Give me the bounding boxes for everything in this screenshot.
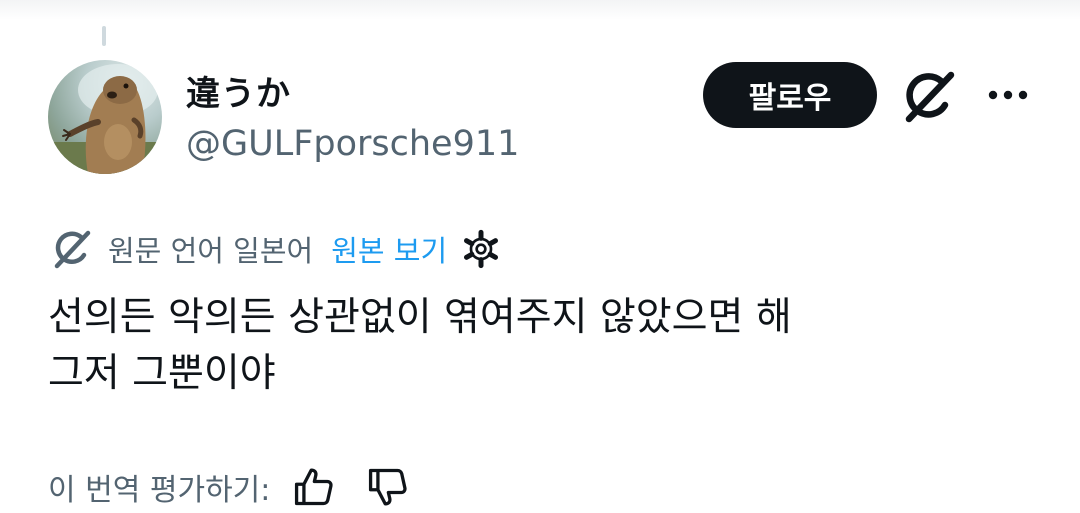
view-original-link[interactable]: 원본 보기 bbox=[331, 228, 447, 270]
grok-button[interactable] bbox=[900, 68, 958, 126]
gear-icon[interactable] bbox=[461, 229, 501, 269]
source-language-label: 원문 언어 일본어 bbox=[108, 234, 314, 268]
grok-icon bbox=[905, 71, 955, 123]
author-handle[interactable]: @GULFporsche911 bbox=[186, 124, 519, 164]
author-display-name[interactable]: 違うか bbox=[186, 66, 291, 115]
tweet-text-line-2: 그저 그뿐이야 bbox=[48, 351, 276, 396]
thumbs-up-icon[interactable] bbox=[292, 465, 336, 509]
tweet-text-line-1: 선의든 악의든 상관없이 엮여주지 않았으면 해 bbox=[48, 295, 792, 340]
more-dots-icon bbox=[988, 90, 1028, 100]
avatar[interactable] bbox=[48, 60, 162, 174]
more-options-button[interactable] bbox=[984, 76, 1032, 114]
thread-connector-line bbox=[102, 26, 106, 46]
marmot-avatar-image bbox=[48, 64, 162, 174]
top-fade bbox=[0, 0, 1080, 20]
tweet-text: 선의든 악의든 상관없이 엮여주지 않았으면 해 그저 그뿐이야 bbox=[48, 290, 1048, 402]
thumbs-down-icon[interactable] bbox=[366, 465, 410, 509]
translate-icon bbox=[54, 230, 91, 269]
follow-button[interactable]: 팔로우 bbox=[703, 62, 877, 128]
rate-translation-label: 이 번역 평가하기: bbox=[48, 473, 271, 508]
rate-translation-bar: 이 번역 평가하기: bbox=[48, 462, 410, 512]
translation-bar: 원문 언어 일본어 원본 보기 bbox=[50, 226, 501, 272]
